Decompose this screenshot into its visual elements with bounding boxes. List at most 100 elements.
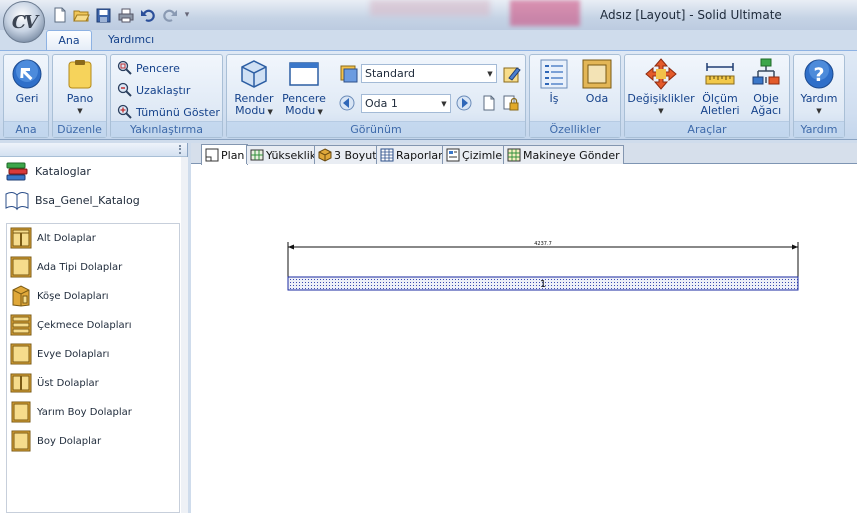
tab-makineye-gonder-label: Makineye Gönder: [523, 148, 620, 162]
wall-segment[interactable]: 1: [287, 276, 799, 291]
tab-cizimler[interactable]: Çizimler: [442, 145, 511, 164]
style-select[interactable]: Standard ▼: [361, 64, 497, 83]
render-mode-button[interactable]: Render Modu ▼: [231, 58, 277, 118]
customize-toolbar-chevron-icon[interactable]: ▾: [182, 6, 192, 24]
catalogs-root-label: Kataloglar: [35, 165, 91, 178]
pane-scrollbar[interactable]: [181, 157, 188, 513]
undo-icon[interactable]: [138, 6, 157, 24]
group-label-yardim: Yardım: [794, 121, 844, 137]
changes-label: Değişiklikler: [627, 92, 695, 105]
corner-cabinet-icon: [12, 285, 30, 307]
list-item[interactable]: Alt Dolaplar: [10, 226, 96, 250]
tab-plan-label: Plan: [221, 148, 245, 162]
next-room-icon[interactable]: [454, 93, 474, 113]
catalog-pane: Kataloglar Bsa_Genel_Katalog Alt Dolapla…: [0, 143, 188, 513]
group-label-araclar: Araçlar: [625, 121, 789, 137]
save-icon[interactable]: [94, 6, 113, 24]
help-icon: ?: [804, 59, 834, 89]
ribbon-tab-row: Ana Yardımcı: [0, 30, 857, 51]
room-select-value: Oda 1: [365, 97, 398, 110]
group-gorunum: Render Modu ▼ Pencere Modu ▼ Standard ▼ …: [226, 54, 526, 138]
tab-yukseklik[interactable]: Yükseklik: [246, 145, 321, 164]
list-item[interactable]: Çekmece Dolapları: [10, 313, 132, 337]
elevation-icon: [250, 149, 264, 161]
list-item-label: Köşe Dolapları: [37, 290, 109, 302]
catalog-pane-header: [0, 143, 187, 157]
back-label: Geri: [15, 92, 39, 105]
title-glow-accent: [510, 0, 580, 26]
group-yakinlastirma: Pencere Uzaklaştır Tümünü Göster Yakınla…: [110, 54, 223, 138]
tab-raporlar[interactable]: Raporlar: [376, 145, 447, 164]
pane-grip-icon[interactable]: [179, 145, 181, 154]
object-tree-button[interactable]: Obje Ağacı: [745, 58, 787, 117]
zoom-out-button[interactable]: Uzaklaştır: [117, 82, 190, 98]
list-item[interactable]: Üst Dolaplar: [10, 371, 99, 395]
style-edit-icon[interactable]: [502, 64, 522, 84]
changes-button[interactable]: Değişiklikler ▼: [627, 58, 695, 117]
open-book-icon: [5, 191, 29, 210]
tab-3-boyut[interactable]: 3 Boyut: [314, 145, 381, 164]
new-file-icon[interactable]: [50, 6, 69, 24]
previous-room-icon[interactable]: [337, 93, 357, 113]
window-mode-button[interactable]: Pencere Modu ▼: [281, 58, 327, 118]
group-label-ana: Ana: [4, 121, 48, 137]
room-icon: [582, 59, 612, 89]
object-tree-label-2: Ağacı: [750, 104, 782, 117]
print-icon[interactable]: [116, 6, 135, 24]
back-button[interactable]: Geri: [8, 58, 46, 105]
wall-cabinet-icon: [10, 373, 32, 393]
help-button[interactable]: ? Yardım ▼: [798, 58, 840, 117]
list-item-label: Alt Dolaplar: [37, 232, 96, 244]
ruler-icon: [705, 63, 735, 85]
room-properties-label: Oda: [585, 92, 609, 105]
tab-ana[interactable]: Ana: [46, 30, 92, 51]
plan-canvas[interactable]: 4237.7 1: [191, 165, 857, 513]
tall-cabinet-icon: [11, 430, 31, 452]
group-yardim: ? Yardım ▼ Yardım: [793, 54, 845, 138]
room-properties-button[interactable]: Oda: [578, 58, 616, 105]
group-duzenle: Pano ▼ Düzenle: [52, 54, 107, 138]
list-item[interactable]: Boy Dolaplar: [10, 429, 101, 453]
catalog-item[interactable]: Bsa_Genel_Katalog: [0, 186, 187, 215]
application-menu-button[interactable]: CV: [3, 1, 45, 43]
list-item[interactable]: Yarım Boy Dolaplar: [10, 400, 132, 424]
object-tree-icon: [752, 58, 780, 85]
dimension-line[interactable]: 4237.7: [287, 241, 799, 277]
new-room-icon[interactable]: [479, 93, 499, 113]
room-select[interactable]: Oda 1 ▼: [361, 94, 451, 113]
open-folder-icon[interactable]: [72, 6, 91, 24]
group-label-duzenle: Düzenle: [53, 121, 106, 137]
zoom-extents-icon: [117, 104, 132, 119]
lock-room-icon[interactable]: [501, 93, 521, 113]
pano-button[interactable]: Pano ▼: [61, 58, 99, 117]
island-cabinet-icon: [10, 256, 32, 278]
ribbon: Geri Ana Pano ▼ Düzenle Pencere Uzaklaşt…: [0, 50, 857, 140]
job-list-icon: [540, 59, 568, 89]
base-cabinet-icon: [10, 227, 32, 249]
svg-text:?: ?: [813, 64, 824, 86]
list-item-label: Evye Dolapları: [37, 348, 110, 360]
list-item[interactable]: Ada Tipi Dolaplar: [10, 255, 122, 279]
redo-icon[interactable]: [160, 6, 179, 24]
zoom-extents-button[interactable]: Tümünü Göster: [117, 104, 220, 120]
catalogs-root-item[interactable]: Kataloglar: [0, 157, 187, 186]
back-arrow-icon: [12, 59, 42, 89]
half-height-cabinet-icon: [11, 401, 31, 423]
pano-label: Pano: [66, 92, 94, 105]
window-title: Adsız [Layout] - Solid Ultimate: [600, 8, 782, 22]
quick-access-toolbar: ▾: [50, 6, 192, 24]
report-table-icon: [380, 148, 394, 162]
tab-plan[interactable]: Plan: [201, 144, 249, 165]
tab-makineye-gonder[interactable]: Makineye Gönder: [503, 145, 624, 164]
list-item[interactable]: Köşe Dolapları: [10, 284, 109, 308]
list-item[interactable]: Evye Dolapları: [10, 342, 109, 366]
group-label-ozellikler: Özellikler: [530, 121, 620, 137]
catalog-label: Bsa_Genel_Katalog: [35, 194, 140, 207]
tab-yardimci[interactable]: Yardımcı: [98, 30, 164, 51]
plan-icon: [205, 148, 219, 162]
wall-label: 1: [540, 279, 546, 290]
render-cube-icon: [241, 60, 267, 88]
job-properties-button[interactable]: İş: [536, 58, 572, 105]
zoom-window-button[interactable]: Pencere: [117, 60, 180, 76]
tab-cizimler-label: Çizimler: [462, 148, 507, 162]
